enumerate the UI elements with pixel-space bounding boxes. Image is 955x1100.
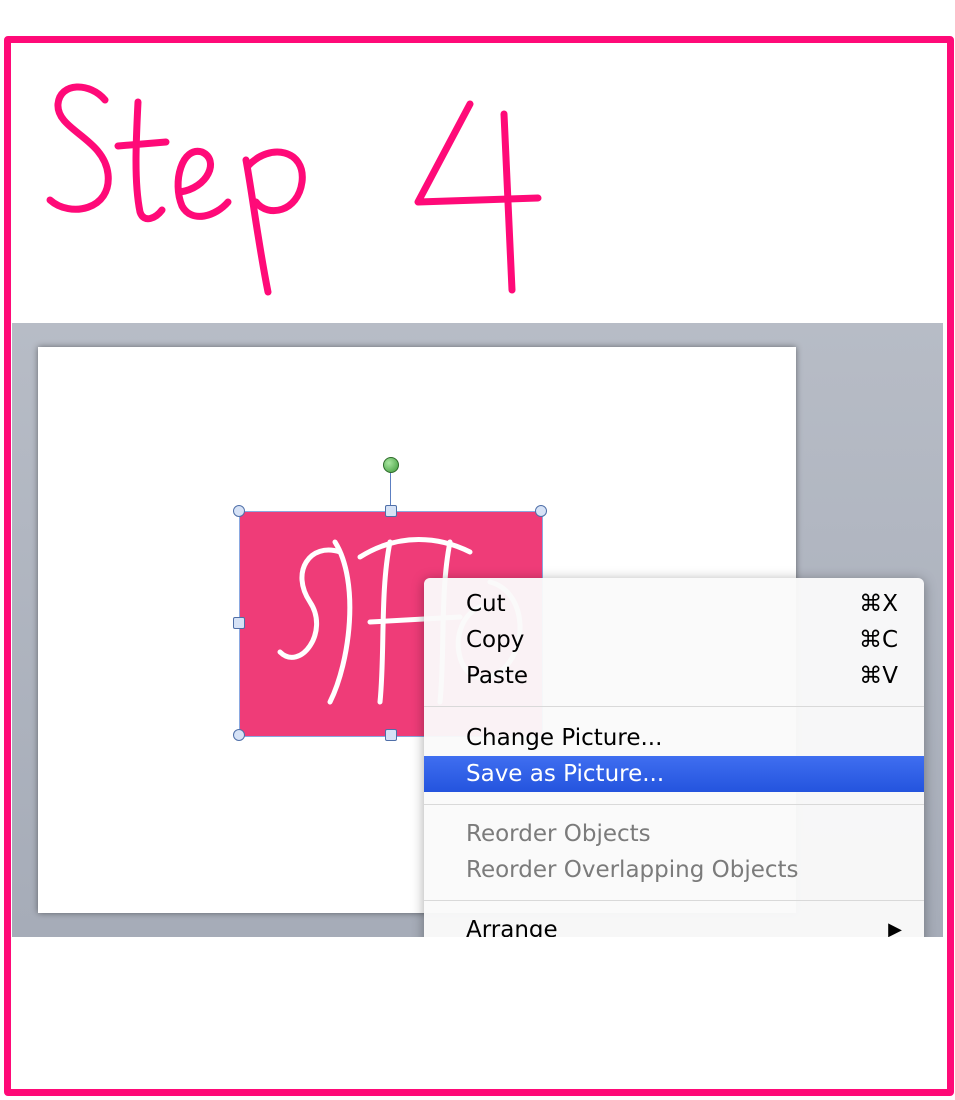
rotate-handle[interactable] bbox=[383, 457, 399, 473]
shortcut-cut: ⌘X bbox=[859, 591, 898, 617]
submenu-arrow-icon: ▶ bbox=[888, 919, 902, 937]
step-4-title bbox=[46, 83, 542, 296]
resize-handle-bottom-left[interactable] bbox=[233, 729, 245, 741]
menu-separator bbox=[424, 804, 924, 805]
menu-separator bbox=[424, 706, 924, 707]
resize-handle-left[interactable] bbox=[233, 617, 245, 629]
menu-item-save-as-picture[interactable]: Save as Picture... bbox=[424, 756, 924, 792]
shortcut-paste: ⌘V bbox=[859, 663, 898, 689]
menu-item-arrange[interactable]: Arrange ▶ bbox=[424, 912, 924, 937]
menu-item-reorder-overlapping-objects[interactable]: Reorder Overlapping Objects bbox=[424, 852, 924, 888]
menu-item-copy[interactable]: Copy ⌘C bbox=[424, 622, 924, 658]
resize-handle-top[interactable] bbox=[385, 505, 397, 517]
resize-handle-top-right[interactable] bbox=[535, 505, 547, 517]
menu-item-change-picture[interactable]: Change Picture... bbox=[424, 720, 924, 756]
menu-item-paste[interactable]: Paste ⌘V bbox=[424, 658, 924, 694]
shortcut-copy: ⌘C bbox=[858, 627, 898, 653]
menu-item-reorder-objects[interactable]: Reorder Objects bbox=[424, 816, 924, 852]
menu-item-cut[interactable]: Cut ⌘X bbox=[424, 586, 924, 622]
resize-handle-bottom[interactable] bbox=[385, 729, 397, 741]
powerpoint-workspace: Cut ⌘X Copy ⌘C Paste ⌘V Change Picture..… bbox=[12, 323, 943, 937]
resize-handle-top-left[interactable] bbox=[233, 505, 245, 517]
menu-separator bbox=[424, 900, 924, 901]
context-menu: Cut ⌘X Copy ⌘C Paste ⌘V Change Picture..… bbox=[424, 578, 924, 937]
